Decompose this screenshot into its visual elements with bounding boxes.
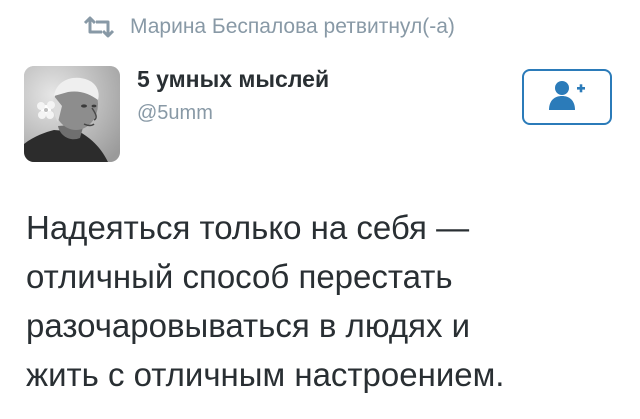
avatar[interactable] — [24, 66, 120, 162]
author-handle[interactable]: @5umm — [137, 102, 213, 125]
follow-button[interactable] — [522, 69, 612, 125]
retweet-context: Марина Беспалова ретвитнул(-а) — [82, 12, 455, 42]
tweet-line: разочаровываться в людях и — [26, 307, 471, 344]
tweet-line: Надеяться только на себя — — [26, 209, 470, 246]
retweet-label[interactable]: Марина Беспалова ретвитнул(-а) — [130, 15, 455, 39]
author-display-name[interactable]: 5 умных мыслей — [137, 66, 329, 93]
tweet-line: отличный способ перестать — [26, 258, 453, 295]
add-user-icon — [547, 78, 587, 117]
tweet-line: жить с отличным настроением. — [26, 356, 505, 393]
tweet-text: Надеяться только на себя — отличный спос… — [26, 203, 626, 399]
retweet-icon — [82, 15, 122, 39]
